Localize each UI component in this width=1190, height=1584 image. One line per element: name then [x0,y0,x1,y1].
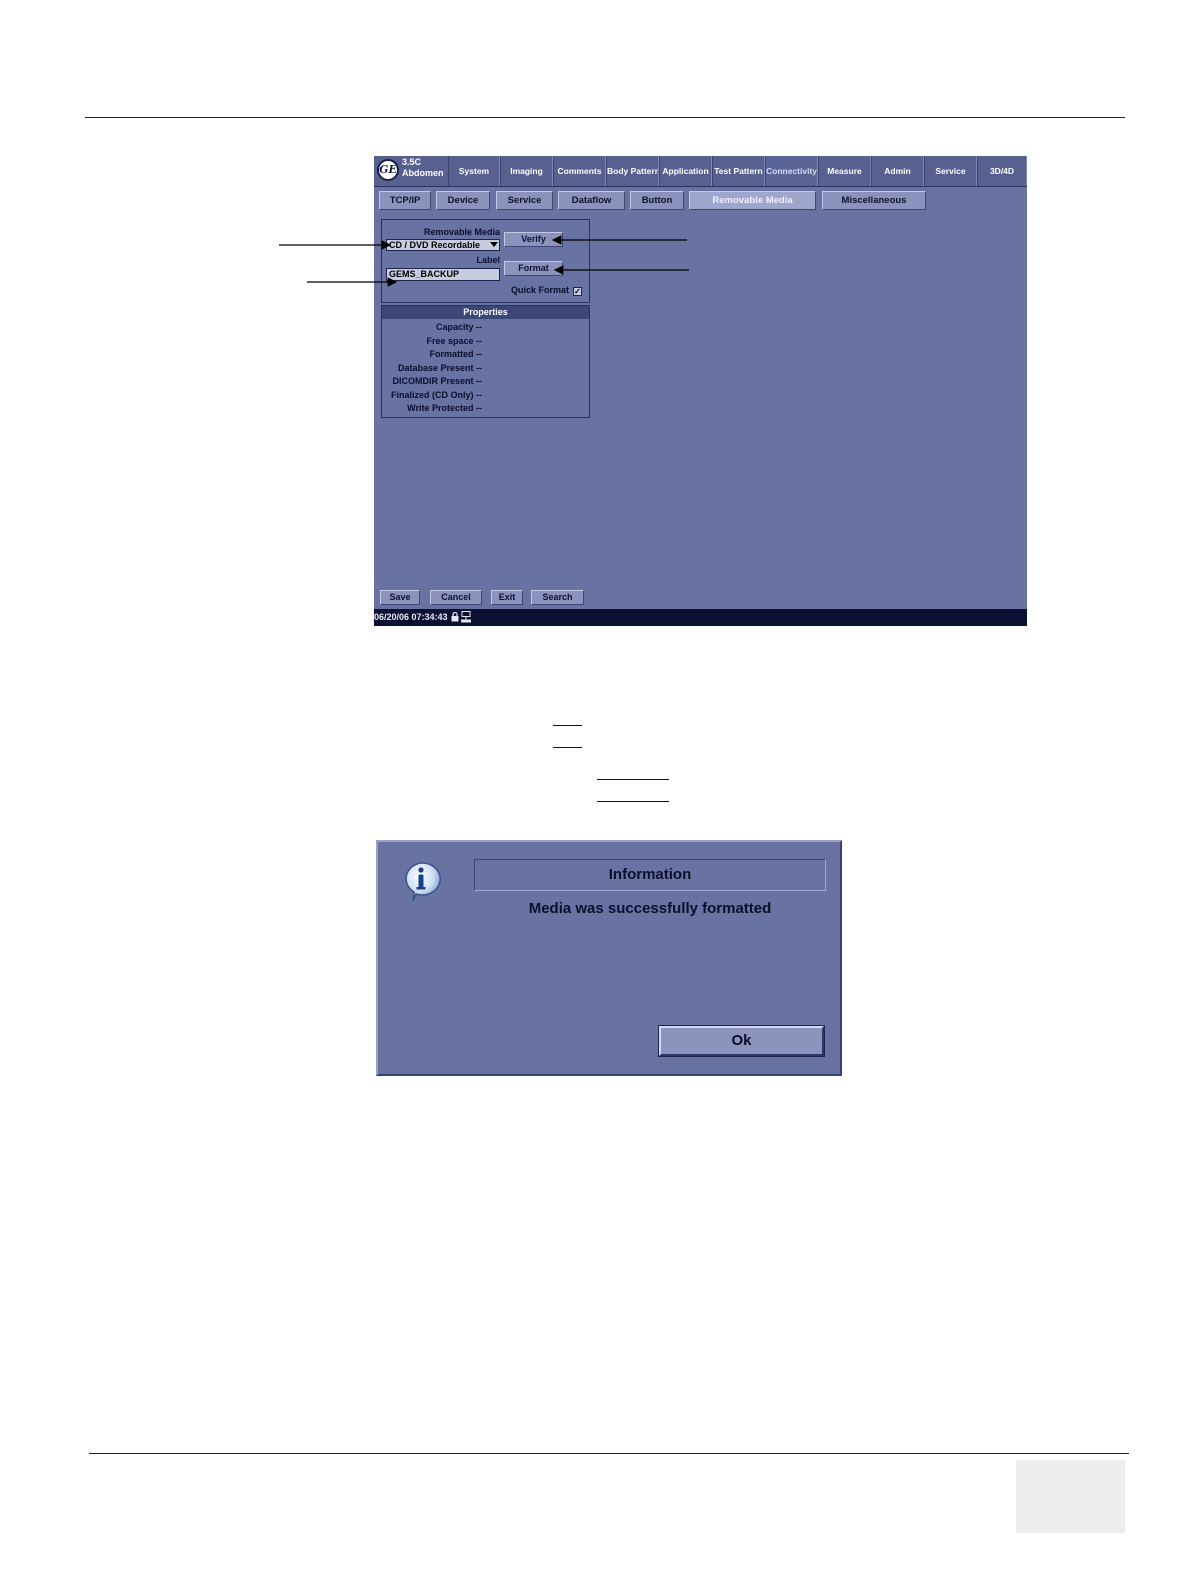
property-formatted: Formatted -- [429,349,483,359]
dialog-message: Media was successfully formatted [528,900,772,917]
quick-format-label: Quick Format [510,285,569,295]
underline-mark [597,779,669,780]
tab-test-pattern[interactable]: Test Pattern [712,156,765,186]
page-number-box [1016,1460,1125,1533]
underline-mark [553,725,582,726]
footer-rule [89,1453,1129,1454]
underline-mark [597,801,669,802]
status-bar: 06/20/06 07:34:43 [374,609,1027,626]
network-icon [461,611,471,623]
media-type-select[interactable]: CD / DVD Recordable [386,239,500,251]
subtab-dataflow[interactable]: Dataflow [558,191,625,210]
media-type-value: CD / DVD Recordable [389,240,481,250]
property-finalized: Finalized (CD Only) -- [391,390,482,400]
tab-3d-4d[interactable]: 3D/4D [977,156,1027,186]
quick-format-checkbox[interactable]: ✓ [573,287,582,296]
properties-header: Properties [382,306,589,319]
format-button[interactable]: Format [504,261,563,276]
property-write-protected: Write Protected -- [407,403,482,413]
tab-application[interactable]: Application [659,156,712,186]
property-free-space: Free space -- [426,336,482,346]
tab-comments[interactable]: Comments [553,156,606,186]
property-database-present: Database Present -- [397,363,482,373]
verify-button[interactable]: Verify [504,232,563,247]
dialog-title: Information [474,859,826,891]
removable-media-screen: GE 3.5C Abdomen System Imaging Comments … [374,156,1027,626]
tab-imaging[interactable]: Imaging [500,156,553,186]
subtab-service[interactable]: Service [496,191,553,210]
property-capacity: Capacity -- [435,322,482,332]
tab-connectivity[interactable]: Connectivity [765,156,818,186]
probe-name: 3.5C [402,157,422,167]
label-input[interactable]: GEMS_BACKUP [386,268,500,281]
search-button[interactable]: Search [531,590,584,605]
tab-measure[interactable]: Measure [818,156,871,186]
lock-icon [451,612,459,622]
info-icon [405,862,441,902]
ge-logo-icon: GE [377,159,399,181]
subtab-device[interactable]: Device [436,191,490,210]
information-dialog: Information Media was successfully forma… [376,840,842,1076]
status-datetime: 06/20/06 07:34:43 [374,612,448,622]
property-dicomdir-present: DICOMDIR Present -- [392,376,482,386]
tab-system[interactable]: System [448,156,500,186]
underline-mark [553,747,582,748]
cancel-button[interactable]: Cancel [430,590,482,605]
subtab-button[interactable]: Button [630,191,684,210]
subtab-tcp-ip[interactable]: TCP/IP [379,191,431,210]
subtab-removable-media[interactable]: Removable Media [689,191,816,210]
probe-preset: Abdomen [402,168,444,178]
save-button[interactable]: Save [380,590,420,605]
tab-service[interactable]: Service [924,156,977,186]
label-caption: Label [476,255,500,265]
tab-body-pattern[interactable]: Body Pattern [606,156,659,186]
chevron-down-icon [490,242,498,247]
probe-info: GE 3.5C Abdomen [374,156,448,186]
removable-media-label: Removable Media [423,227,500,237]
top-tab-bar: GE 3.5C Abdomen System Imaging Comments … [374,156,1027,187]
properties-panel: Properties [381,305,590,418]
tab-admin[interactable]: Admin [871,156,924,186]
exit-button[interactable]: Exit [491,590,523,605]
header-rule [85,117,1125,118]
subtab-miscellaneous[interactable]: Miscellaneous [822,191,926,210]
ok-button[interactable]: Ok [658,1025,825,1057]
